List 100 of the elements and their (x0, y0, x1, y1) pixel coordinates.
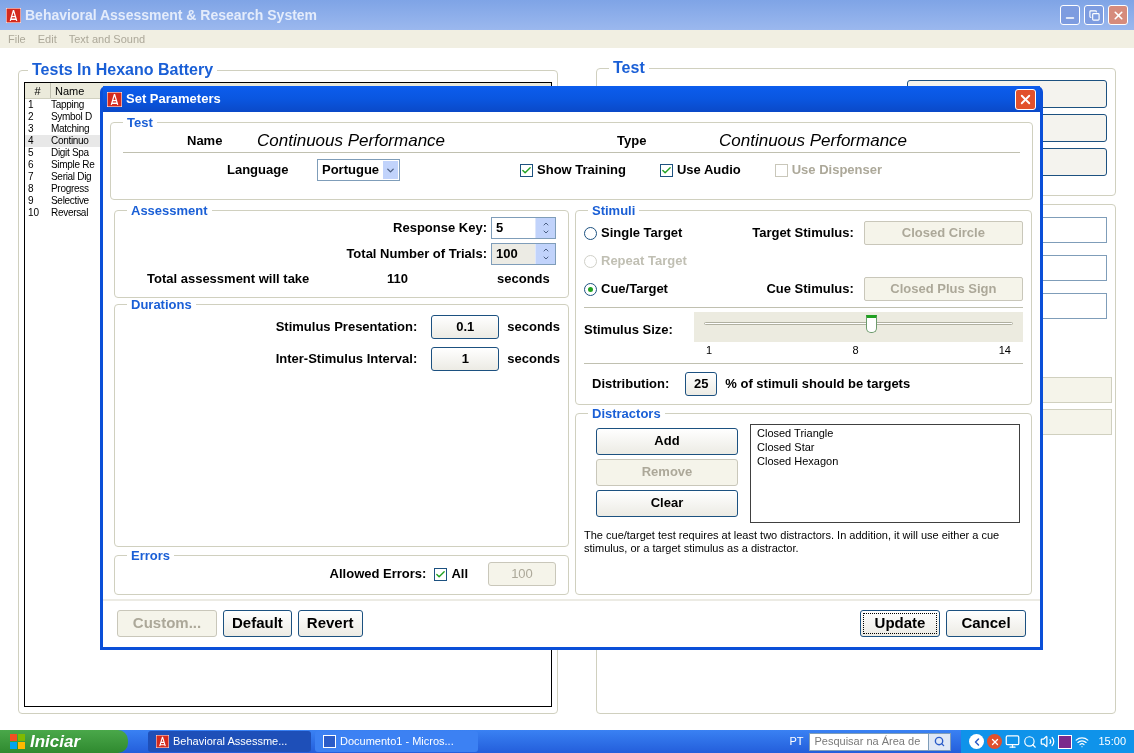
checkbox-label: Use Dispenser (791, 161, 883, 180)
field-label: Type (617, 131, 648, 150)
field-label: Inter-Stimulus Interval: (275, 349, 418, 368)
checkbox[interactable] (434, 567, 448, 581)
table-cell-text: 4 (27, 135, 35, 147)
start-button[interactable]: Iniciar (0, 730, 128, 753)
app-logo-icon (6, 7, 21, 23)
spinner-field[interactable]: 5 (491, 217, 556, 239)
button[interactable]: Default (223, 609, 292, 637)
slider-thumb[interactable] (865, 315, 877, 333)
field-label: Stimulus Presentation: (275, 317, 418, 336)
slider-track[interactable] (694, 312, 1023, 342)
distractor-list[interactable]: Closed Triangle Closed Star Closed Hexagon (750, 423, 1020, 523)
error-icon[interactable] (987, 734, 1003, 749)
table-cell-text: 2 (27, 111, 35, 123)
test-name: Continuous Performance (257, 129, 447, 152)
table-cell-text: Digit Spa (50, 147, 89, 159)
field-label: Allowed Errors: (329, 565, 427, 584)
taskbar-button[interactable]: Documento1 - Micros... (315, 731, 478, 752)
radio-label: Single Target (601, 224, 683, 243)
field-label: Target Stimulus: (751, 224, 854, 243)
table-cell-text: 7 (27, 171, 35, 183)
table-cell-text: 8 (27, 183, 35, 195)
table-cell-text: Reversal (50, 207, 89, 219)
app-logo-icon (107, 91, 122, 107)
table-cell-text: Serial Dig (50, 171, 92, 183)
field-label: Response Key: (393, 219, 487, 238)
value-button[interactable]: 1 (431, 346, 500, 371)
search-field[interactable]: Pesquisar na Área de (809, 732, 952, 751)
field-label: Language (227, 161, 290, 180)
close-icon (1111, 8, 1125, 22)
table-cell-text: Progress (50, 183, 89, 195)
radio-label: Repeat Target (601, 252, 687, 271)
distribution-field[interactable]: 25 (685, 371, 718, 396)
table-cell-text: Continuo (50, 135, 89, 147)
group-title: Assessment (130, 204, 209, 217)
group-title: Test (126, 116, 154, 129)
document-icon (323, 735, 336, 748)
group-title: Tests In Hexano Battery (31, 60, 215, 80)
tick-label: 8 (852, 343, 859, 358)
radio-label: Cue/Target (601, 280, 668, 299)
monitor-icon[interactable] (1005, 734, 1021, 749)
table-cell-text: Matching (50, 123, 90, 135)
list-item[interactable]: Closed Hexagon (757, 453, 1013, 468)
dialog-title: Set Parameters (126, 90, 221, 109)
checkbox-label: Use Audio (676, 161, 741, 180)
field-label: Name (187, 131, 224, 150)
table-cell-text: 6 (27, 159, 35, 171)
list-item[interactable]: Closed Triangle (757, 425, 1013, 440)
close-button[interactable] (1108, 5, 1128, 25)
taskbar-button[interactable]: Behavioral Assessme... (148, 731, 311, 752)
column-header[interactable]: # (25, 83, 51, 98)
button[interactable]: Add (596, 427, 738, 455)
unit-label: seconds (497, 270, 550, 288)
tick-label: 14 (998, 343, 1011, 358)
search-icon (934, 736, 946, 747)
language-dropdown[interactable]: Portugue (317, 159, 401, 181)
table-cell-text: 9 (27, 195, 35, 207)
table-cell-text: 3 (27, 123, 35, 135)
note-icon[interactable] (1058, 734, 1073, 749)
button[interactable]: Cancel (946, 609, 1026, 637)
app-logo-icon (156, 735, 169, 748)
minimize-button[interactable] (1060, 5, 1080, 25)
language-indicator[interactable]: PT (789, 733, 804, 750)
group-title: Durations (130, 297, 193, 311)
table-cell-text: 1 (27, 99, 35, 111)
checkbox[interactable] (520, 163, 534, 177)
field-label: % of stimuli should be targets (725, 374, 911, 393)
button[interactable]: Revert (297, 609, 363, 637)
checkbox[interactable] (659, 163, 673, 177)
field-label: Total assessment will take (147, 270, 311, 288)
window-title: Behavioral Assessment & Research System (25, 5, 318, 25)
list-item[interactable]: Closed Star (757, 439, 1013, 454)
search-icon[interactable] (1023, 734, 1038, 749)
button[interactable]: Clear (596, 489, 738, 517)
button[interactable]: Update (860, 609, 940, 637)
unit-label: seconds (507, 317, 560, 336)
group-title: Stimuli (591, 204, 637, 217)
tick-label: 1 (706, 343, 713, 358)
table-cell-text: Simple Re (50, 159, 95, 171)
distractor-note: The cue/target test requires at least two distractors. In addition, it will use either a cue stimulus, or a target stimulus as a distractor. (584, 528, 1001, 555)
group-title: Distractors (591, 406, 662, 420)
table-cell-text: Symbol D (50, 111, 92, 123)
field-label: Distribution: (592, 374, 670, 393)
restore-button[interactable] (1084, 5, 1104, 25)
clock: 15:00 (1098, 734, 1126, 750)
radio-button[interactable] (584, 226, 597, 240)
radio-button[interactable] (584, 282, 597, 296)
windows-flag-icon (10, 734, 26, 749)
value-button[interactable]: 0.1 (431, 314, 500, 339)
group-title: Test (612, 58, 646, 78)
close-button[interactable] (1015, 88, 1036, 110)
field-label: Cue Stimulus: (765, 280, 854, 299)
restore-icon (1088, 9, 1100, 21)
checkbox-label: All (451, 565, 468, 584)
table-cell-text: Tapping (50, 99, 84, 111)
spinner-field[interactable]: 100 (491, 243, 556, 265)
table-cell-text: 10 (27, 207, 41, 219)
unit-label: seconds (507, 349, 560, 368)
table-cell-text: 5 (27, 147, 35, 159)
